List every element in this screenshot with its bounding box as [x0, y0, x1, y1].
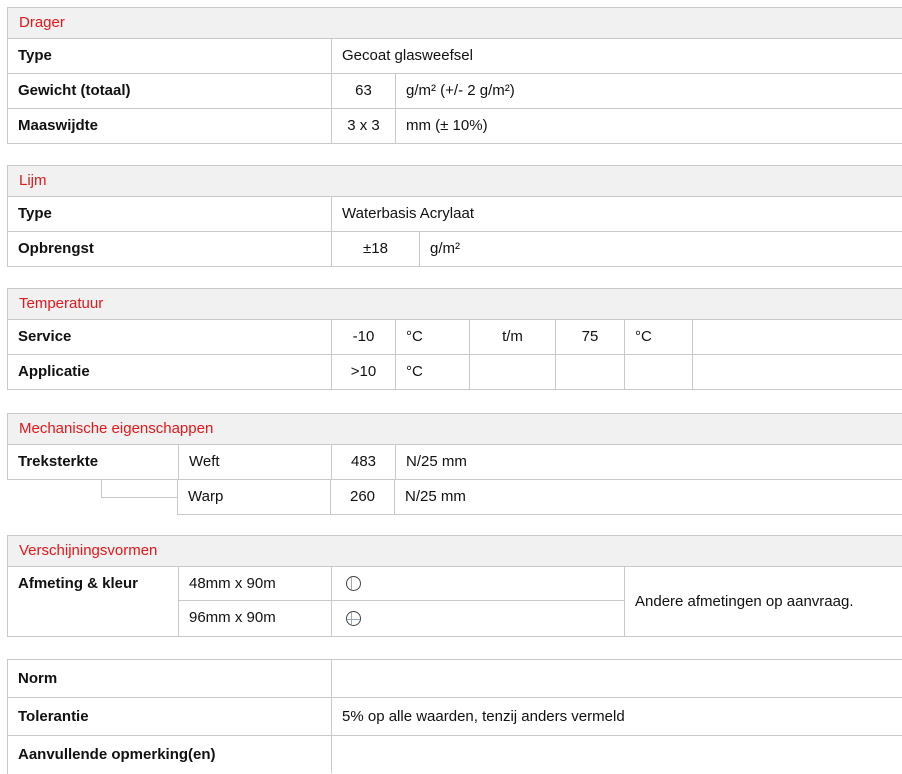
section-title: Temperatuur: [7, 288, 902, 320]
row-label: Opbrengst: [18, 240, 94, 257]
empty-cell: [624, 355, 692, 389]
service-max-unit: °C: [624, 320, 692, 354]
size-1: 48mm x 90m: [178, 567, 331, 601]
table-row: Tolerantie 5% op alle waarden, tenzij an…: [7, 698, 902, 736]
row-label: Aanvullende opmerking(en): [18, 746, 216, 763]
section-title: Verschijningsvormen: [7, 535, 902, 567]
availability-note: Andere afmetingen op aanvraag.: [624, 567, 902, 636]
tree-connector: [101, 480, 178, 498]
service-max: 75: [555, 320, 624, 354]
row-unit: °C: [395, 355, 469, 389]
row-label: Type: [18, 205, 52, 222]
row-value: Gecoat glasweefsel: [331, 39, 902, 73]
section-title: Lijm: [7, 165, 902, 197]
empty-cell: [555, 355, 624, 389]
vormen-table: Afmeting & kleur 48mm x 90m 96mm x 90m A…: [7, 567, 902, 637]
weft-label: Weft: [178, 445, 331, 479]
row-label: Service: [18, 328, 72, 345]
table-row: Opbrengst ±18 g/m²: [7, 232, 902, 267]
section-title: Drager: [7, 7, 902, 39]
row-label: Norm: [18, 670, 58, 687]
row-unit: g/m² (+/- 2 g/m²): [395, 74, 902, 108]
row-value: 5% op alle waarden, tenzij anders vermel…: [331, 698, 902, 735]
row-label: Applicatie: [18, 363, 90, 380]
circle-cross-line-icon: [346, 611, 361, 626]
table-row: Applicatie >10 °C: [7, 355, 902, 390]
weft-value: 483: [331, 445, 395, 479]
row-value: 63: [331, 74, 395, 108]
row-value: >10: [331, 355, 395, 389]
row-value: 3 x 3: [331, 109, 395, 143]
row-unit: mm (± 10%): [395, 109, 902, 143]
row-label: Afmeting & kleur: [18, 575, 139, 592]
empty-cell: [692, 355, 902, 389]
table-row: Service -10 °C t/m 75 °C: [7, 320, 902, 355]
service-min: -10: [331, 320, 395, 354]
row-label: Maaswijdte: [18, 117, 99, 134]
section-mechanisch: Mechanische eigenschappen Treksterkte We…: [7, 413, 902, 525]
table-row: Aanvullende opmerking(en): [7, 736, 902, 774]
section-temperatuur: Temperatuur Service -10 °C t/m 75 °C App…: [7, 288, 902, 390]
row-value: Waterbasis Acrylaat: [331, 197, 902, 231]
section-lijm: Lijm Type Waterbasis Acrylaat Opbrengst …: [7, 165, 902, 267]
warp-unit: N/25 mm: [394, 480, 902, 514]
table-row: Treksterkte Weft 483 N/25 mm: [7, 445, 902, 480]
section-vormen: Verschijningsvormen Afmeting & kleur 48m…: [7, 535, 902, 637]
table-row: Maaswijdte 3 x 3 mm (± 10%): [7, 109, 902, 144]
size-2: 96mm x 90m: [178, 601, 331, 636]
service-separator: t/m: [469, 320, 555, 354]
table-row: Type Gecoat glasweefsel: [7, 39, 902, 74]
empty-label-cell: [8, 601, 178, 636]
row-unit: g/m²: [419, 232, 902, 266]
circle-vertical-line-icon: [346, 576, 361, 591]
warp-value: 260: [330, 480, 394, 514]
empty-cell: [469, 355, 555, 389]
section-overig: Norm Tolerantie 5% op alle waarden, tenz…: [7, 659, 902, 774]
empty-cell: [692, 320, 902, 354]
row-label: Type: [18, 47, 52, 64]
color-2: [331, 601, 624, 636]
row-value: [331, 736, 902, 773]
warp-label: Warp: [177, 480, 330, 514]
table-row: Type Waterbasis Acrylaat: [7, 197, 902, 232]
row-label: Treksterkte: [18, 453, 99, 470]
row-value: [331, 660, 902, 697]
weft-unit: N/25 mm: [395, 445, 902, 479]
row-label: Gewicht (totaal): [18, 82, 131, 99]
section-title: Mechanische eigenschappen: [7, 413, 902, 445]
section-drager: Drager Type Gecoat glasweefsel Gewicht (…: [7, 7, 902, 144]
table-row: Gewicht (totaal) 63 g/m² (+/- 2 g/m²): [7, 74, 902, 109]
table-row: Norm: [7, 660, 902, 698]
service-min-unit: °C: [395, 320, 469, 354]
row-label: Tolerantie: [18, 708, 89, 725]
row-value: ±18: [331, 232, 419, 266]
color-1: [331, 567, 624, 601]
